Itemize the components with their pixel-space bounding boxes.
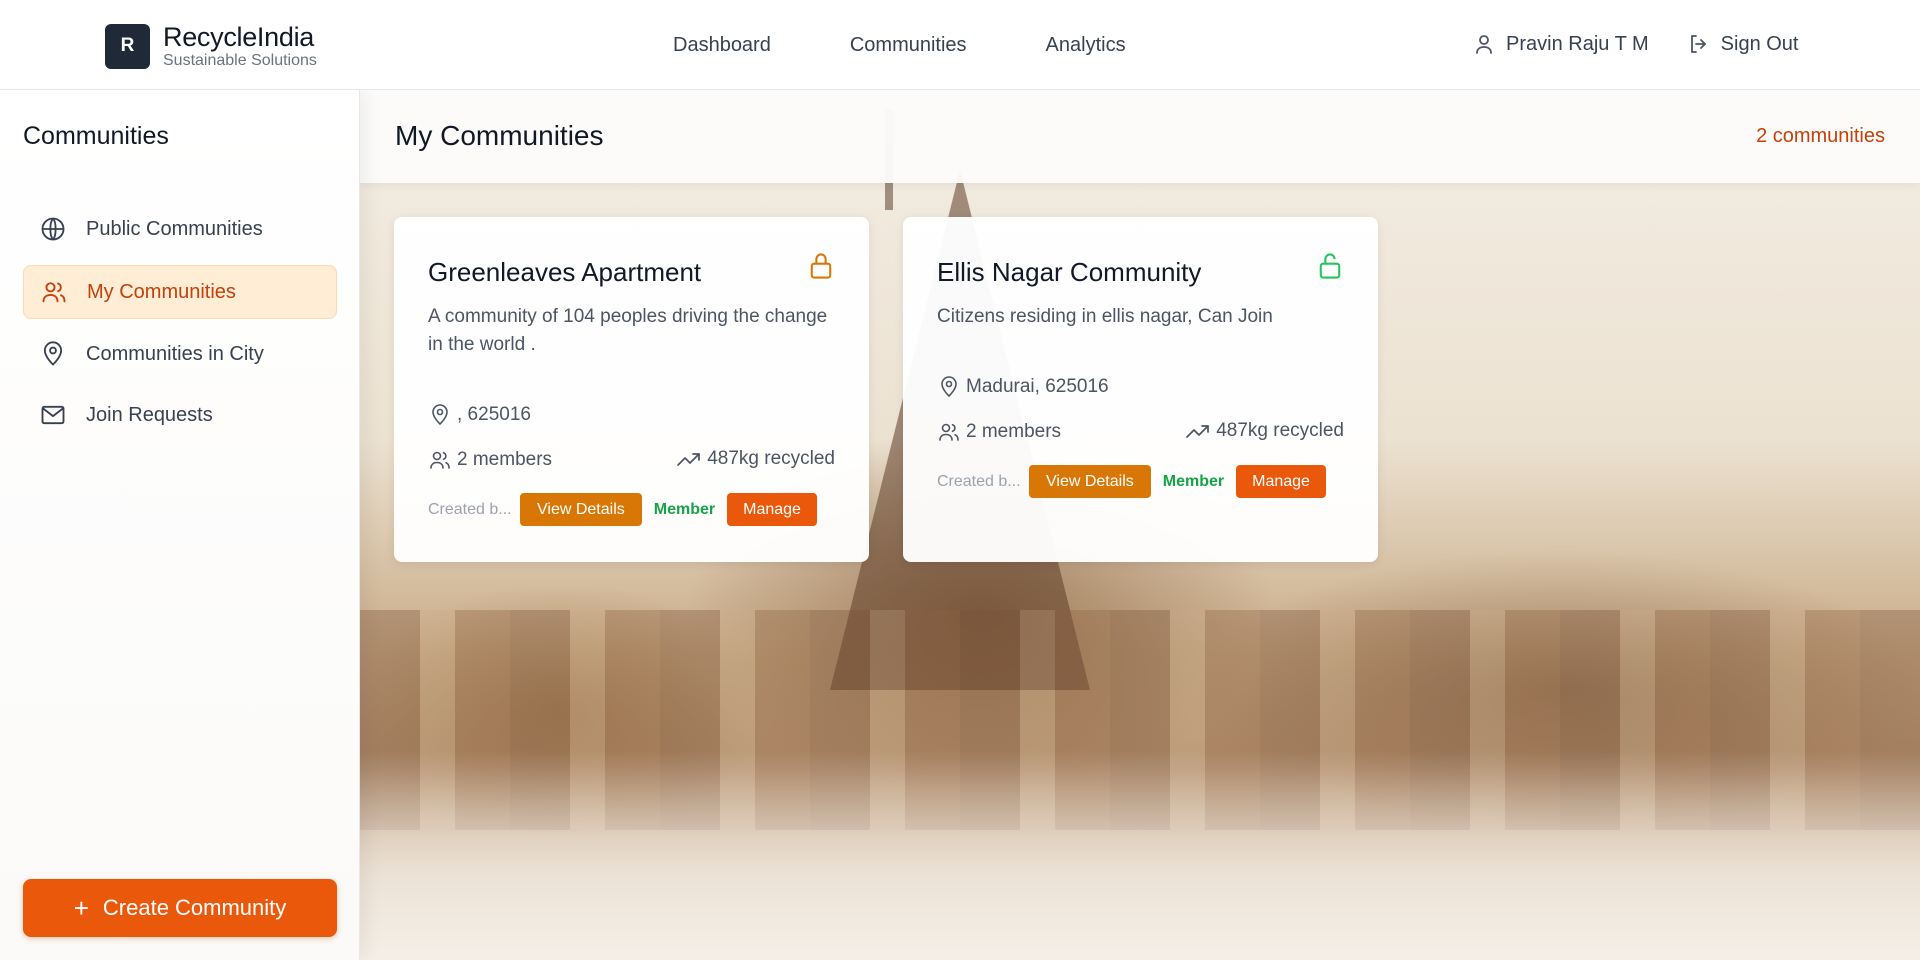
users-icon: [40, 278, 68, 306]
user-icon: [1472, 32, 1496, 56]
brand-logo: R: [105, 23, 150, 69]
lock-closed-icon: [807, 251, 835, 281]
sidebar: Communities Public Communities My Commun…: [0, 90, 360, 960]
community-members: 2 members: [937, 420, 1061, 444]
members-text: 2 members: [457, 449, 553, 470]
map-pin-icon: [937, 375, 961, 399]
sidebar-item-label: Join Requests: [86, 403, 213, 426]
plus-icon: +: [73, 893, 89, 923]
sidebar-item-label: My Communities: [87, 280, 236, 303]
member-badge: Member: [1162, 472, 1225, 490]
view-details-button[interactable]: View Details: [1029, 465, 1151, 498]
page-title: My Communities: [395, 120, 604, 151]
sign-out-label: Sign Out: [1720, 32, 1799, 55]
mail-icon: [39, 401, 67, 429]
map-pin-icon: [428, 403, 452, 427]
community-recycled: 487kg recycled: [676, 448, 835, 470]
recycled-text: 487kg recycled: [1216, 420, 1344, 441]
brand[interactable]: R RecycleIndia Sustainable Solutions: [105, 22, 317, 70]
card-actions: Created b... View Details Member Manage: [937, 465, 1326, 498]
nav-communities[interactable]: Communities: [850, 34, 967, 57]
users-icon: [937, 420, 961, 444]
sidebar-item-label: Communities in City: [86, 342, 264, 365]
nav-dashboard[interactable]: Dashboard: [673, 34, 771, 57]
community-card: Greenleaves Apartment A community of 104…: [394, 217, 869, 562]
sidebar-item-communities-in-city[interactable]: Communities in City: [23, 327, 337, 381]
sign-out-icon: [1687, 32, 1711, 56]
community-title: Ellis Nagar Community: [937, 257, 1202, 287]
sign-out-button[interactable]: Sign Out: [1687, 32, 1799, 56]
users-icon: [428, 448, 452, 472]
trending-up-icon: [676, 448, 702, 470]
community-location: , 625016: [428, 403, 531, 427]
created-by: Created b...: [428, 500, 512, 518]
sidebar-item-public-communities[interactable]: Public Communities: [23, 202, 337, 256]
member-badge: Member: [653, 500, 716, 518]
create-community-button[interactable]: + Create Community: [23, 879, 337, 937]
lock-open-icon: [1316, 251, 1344, 281]
community-recycled: 487kg recycled: [1185, 420, 1344, 442]
nav-analytics[interactable]: Analytics: [1046, 34, 1126, 57]
user-name[interactable]: Pravin Raju T M: [1506, 33, 1649, 56]
recycled-text: 487kg recycled: [707, 448, 835, 469]
sidebar-item-join-requests[interactable]: Join Requests: [23, 388, 337, 442]
community-count: 2 communities: [1756, 125, 1885, 147]
map-pin-icon: [39, 340, 67, 368]
community-description: Citizens residing in ellis nagar, Can Jo…: [937, 306, 1273, 327]
members-text: 2 members: [966, 421, 1062, 442]
page-header: My Communities 2 communities: [360, 90, 1920, 183]
sidebar-title: Communities: [23, 122, 169, 150]
community-location: Madurai, 625016: [937, 375, 1109, 399]
community-card: Ellis Nagar Community Citizens residing …: [903, 217, 1378, 562]
user-area: Pravin Raju T M Sign Out: [1472, 32, 1798, 56]
manage-button[interactable]: Manage: [1236, 465, 1326, 498]
main-nav: Dashboard Communities Analytics: [673, 34, 1205, 57]
brand-tagline: Sustainable Solutions: [163, 52, 317, 69]
trending-up-icon: [1185, 420, 1211, 442]
community-description: A community of 104 peoples driving the c…: [428, 306, 828, 355]
sidebar-item-my-communities[interactable]: My Communities: [23, 265, 337, 319]
manage-button[interactable]: Manage: [727, 493, 817, 526]
community-title: Greenleaves Apartment: [428, 257, 702, 287]
globe-icon: [39, 215, 67, 243]
top-navbar: R RecycleIndia Sustainable Solutions Das…: [0, 0, 1920, 90]
brand-name: RecycleIndia: [163, 22, 314, 52]
view-details-button[interactable]: View Details: [520, 493, 642, 526]
community-members: 2 members: [428, 448, 552, 472]
location-text: Madurai, 625016: [966, 376, 1109, 397]
location-text: , 625016: [457, 404, 531, 425]
create-community-label: Create Community: [102, 895, 287, 920]
sidebar-item-label: Public Communities: [86, 217, 263, 240]
card-actions: Created b... View Details Member Manage: [428, 493, 817, 526]
created-by: Created b...: [937, 472, 1021, 490]
